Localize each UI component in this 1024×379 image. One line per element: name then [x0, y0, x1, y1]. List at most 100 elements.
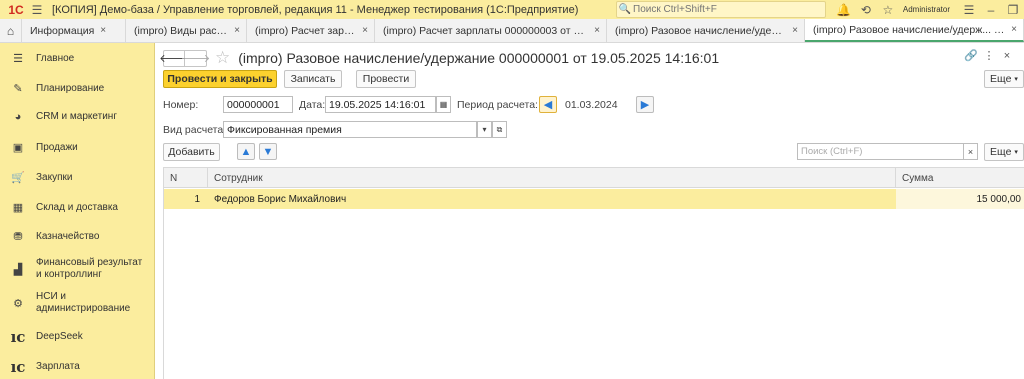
crm-icon: ◕	[14, 111, 22, 123]
tab-information[interactable]: Информация ×	[22, 19, 126, 42]
tab-label: (impro) Расчет зарплаты	[255, 24, 356, 37]
sidebar-item-admin[interactable]: ⚙ НСИ и администрирование	[0, 291, 155, 315]
add-button[interactable]: Добавить	[163, 143, 220, 161]
sidebar-item-label: Планирование	[36, 82, 105, 94]
planning-icon: ✎	[13, 83, 23, 95]
sidebar-item-crm[interactable]: ◕ CRM и маркетинг	[0, 111, 155, 123]
1c-icon: ıc	[10, 358, 26, 376]
sidebar-item-finance[interactable]: ▟ Финансовый результат и контроллинг	[0, 257, 155, 281]
number-field[interactable]: 000000001	[223, 96, 293, 113]
grid-search-input[interactable]: Поиск (Ctrl+F)	[797, 143, 964, 160]
sidebar-item-label: НСИ и администрирование	[36, 291, 131, 314]
form-header-actions: 🔗 ⋮ ×	[962, 49, 1016, 63]
bell-icon[interactable]: 🔔	[833, 0, 855, 19]
document-form: 🡐 🡒 ☆ (impro) Разовое начисление/удержан…	[155, 43, 1024, 379]
home-icon[interactable]: ⌂	[0, 19, 22, 42]
period-next-button[interactable]: ▶	[636, 96, 654, 113]
column-header-n[interactable]: N	[164, 168, 208, 188]
tab-salary-calc-doc[interactable]: (impro) Расчет зарплаты 000000003 от 07.…	[375, 19, 607, 42]
chevron-down-icon: ▾	[1014, 76, 1018, 83]
open-icon[interactable]: ⧉	[492, 121, 507, 138]
move-down-button[interactable]: ▼	[259, 143, 277, 160]
table-header: N Сотрудник Сумма	[164, 168, 1024, 188]
employee-cell[interactable]: Федоров Борис Михайлович	[214, 189, 894, 209]
more-vertical-icon[interactable]: ⋮	[980, 49, 998, 62]
period-value: 01.03.2024	[565, 99, 618, 111]
calendar-icon[interactable]: ▦	[436, 96, 451, 113]
tab-bar: ⌂ Информация × (impro) Виды расчетов × (im…	[0, 19, 1024, 43]
sidebar-item-warehouse[interactable]: ▦ Склад и доставка	[0, 201, 155, 215]
minimize-icon[interactable]: –	[980, 0, 1002, 19]
sidebar-item-label: Закупки	[36, 171, 73, 183]
sidebar-item-label: CRM и маркетинг	[36, 111, 117, 122]
sidebar-item-label: DeepSeek	[36, 331, 83, 342]
employees-table: N Сотрудник Сумма 1 Федоров Борис Михайл…	[163, 167, 1024, 379]
more-button[interactable]: Еще ▾	[984, 70, 1024, 88]
tab-label: (impro) Разовое начисление/удержание	[615, 24, 786, 37]
post-and-close-button[interactable]: Провести и закрыть	[163, 70, 277, 88]
close-icon[interactable]: ×	[792, 25, 798, 36]
search-icon: 🔍	[618, 4, 632, 15]
forward-arrow-icon[interactable]: 🡒	[181, 49, 210, 67]
sidebar-item-sales[interactable]: ▣ Продажи	[0, 141, 155, 155]
date-field[interactable]: 19.05.2025 14:16:01	[325, 96, 436, 113]
sidebar: ☰ Главное ✎ Планирование ◕ CRM и маркети…	[0, 43, 155, 379]
column-header-sum[interactable]: Сумма	[896, 168, 1024, 188]
sidebar-item-label: Главное	[36, 52, 75, 64]
user-name[interactable]: Administrator	[903, 5, 950, 14]
1c-icon: ıc	[10, 328, 26, 346]
global-search-input[interactable]	[633, 4, 813, 15]
table-row[interactable]: 1 Федоров Борис Михайлович 15 000,00	[164, 189, 1024, 209]
calc-type-field[interactable]: Фиксированная премия	[223, 121, 477, 138]
sidebar-item-purchases[interactable]: 🛒 Закупки	[0, 171, 155, 185]
link-icon[interactable]: 🔗	[962, 49, 980, 62]
clear-icon[interactable]: ×	[963, 143, 978, 160]
global-search[interactable]: 🔍	[616, 1, 826, 18]
save-button[interactable]: Записать	[284, 70, 342, 88]
page-title: (impro) Разовое начисление/удержание 000…	[238, 50, 720, 66]
title-bar: 1С ☰ [КОПИЯ] Демо-база / Управление торг…	[0, 0, 1024, 19]
tab-calc-types[interactable]: (impro) Виды расчетов ×	[126, 19, 247, 42]
date-label: Дата:	[299, 99, 326, 111]
main-menu-icon[interactable]: ☰	[28, 0, 46, 19]
period-prev-button[interactable]: ◀	[539, 96, 557, 113]
tab-salary-calc[interactable]: (impro) Расчет зарплаты ×	[247, 19, 375, 42]
close-icon[interactable]: ×	[100, 25, 106, 36]
sum-cell[interactable]: 15 000,00	[896, 189, 1024, 209]
column-header-employee[interactable]: Сотрудник	[208, 168, 896, 188]
grid-more-button[interactable]: Еще ▾	[984, 143, 1024, 161]
tab-label: (impro) Разовое начисление/удерж... 0000…	[813, 23, 1006, 36]
restore-icon[interactable]: ❐	[1002, 0, 1024, 19]
settings-menu-icon[interactable]: ☰	[958, 0, 980, 19]
close-icon[interactable]: ×	[998, 50, 1016, 62]
tab-one-time-accrual-doc[interactable]: (impro) Разовое начисление/удерж... 0000…	[805, 19, 1024, 42]
period-label: Период расчета:	[457, 99, 538, 111]
close-icon[interactable]: ×	[594, 25, 600, 36]
sidebar-item-salary[interactable]: ıc Зарплата	[0, 358, 155, 376]
tab-label: Информация	[30, 24, 95, 37]
row-number: 1	[194, 193, 200, 205]
sidebar-item-main[interactable]: ☰ Главное	[0, 52, 155, 66]
chevron-down-icon[interactable]: ▾	[477, 121, 492, 138]
history-icon[interactable]: ⟲	[855, 0, 877, 19]
sidebar-item-planning[interactable]: ✎ Планирование	[0, 82, 155, 96]
sidebar-item-treasury[interactable]: ⛃ Казначейство	[0, 230, 155, 244]
close-icon[interactable]: ×	[1011, 24, 1017, 35]
post-button[interactable]: Провести	[356, 70, 416, 88]
move-up-button[interactable]: ▲	[237, 143, 255, 160]
number-label: Номер:	[163, 99, 199, 111]
bag-icon: ▣	[12, 142, 24, 154]
sidebar-item-label: Финансовый результат и контроллинг	[36, 257, 143, 280]
cart-icon: 🛒	[11, 172, 25, 184]
close-icon[interactable]: ×	[234, 25, 240, 36]
sidebar-item-label: Зарплата	[36, 361, 80, 372]
tab-label: (impro) Расчет зарплаты 000000003 от 07.…	[383, 24, 589, 37]
close-icon[interactable]: ×	[362, 25, 368, 36]
app-title: [КОПИЯ] Демо-база / Управление торговлей…	[52, 3, 579, 16]
sidebar-item-deepseek[interactable]: ıc DeepSeek	[0, 328, 155, 346]
gear-icon: ⚙	[13, 297, 23, 310]
favorites-star-icon[interactable]: ☆	[877, 0, 899, 19]
tab-one-time-accrual[interactable]: (impro) Разовое начисление/удержание ×	[607, 19, 805, 42]
treasury-icon: ⛃	[13, 231, 23, 243]
favorite-star-icon[interactable]: ☆	[215, 48, 230, 68]
